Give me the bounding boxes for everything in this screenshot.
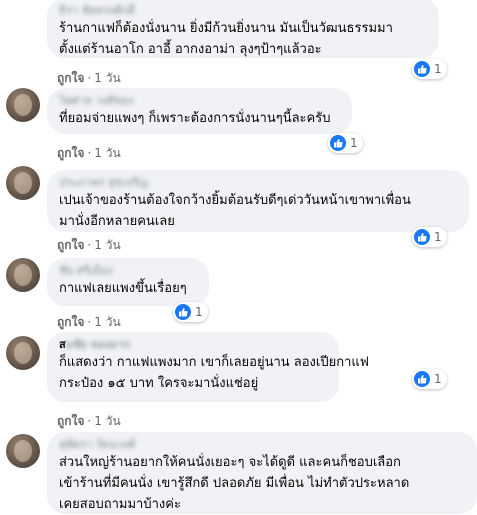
like-link[interactable]: ถูกใจ xyxy=(57,146,84,160)
reaction-number: 1 xyxy=(195,305,203,319)
comment-timestamp[interactable]: 1 วัน xyxy=(94,146,120,160)
like-link[interactable]: ถูกใจ xyxy=(57,71,84,85)
thumbs-up-icon xyxy=(175,304,191,320)
comment-author[interactable]: สุพัตรา รัตนวงศ์ xyxy=(59,438,465,452)
comment-timestamp[interactable]: 1 วัน xyxy=(94,414,120,428)
avatar[interactable] xyxy=(6,336,40,370)
like-link[interactable]: ถูกใจ xyxy=(57,414,84,428)
avatar[interactable] xyxy=(6,166,40,200)
avatar[interactable] xyxy=(6,434,40,468)
avatar[interactable] xyxy=(6,88,40,122)
comment-author-initial[interactable]: ส xyxy=(59,338,66,352)
comment-actions: ถูกใจ · 1 วัน xyxy=(57,238,121,252)
reaction-number: 1 xyxy=(350,136,358,150)
comment-text-line: กระป๋อง ๑๕ บาท ใครจะมานั่งแช่อยู่ xyxy=(59,376,259,391)
comment-author[interactable]: ธีรา ชัยทรงศักดิ์ xyxy=(59,4,427,18)
comment-actions: ถูกใจ · 1 วัน xyxy=(57,414,121,428)
comment-timestamp[interactable]: 1 วัน xyxy=(94,238,120,252)
reaction-count[interactable]: 1 xyxy=(173,302,208,322)
comment-text-line: ก็แสดงว่า กาแฟแพงมาก เขาก็เลยอยู่นาน ลอง… xyxy=(59,355,369,370)
comment-author[interactable]: ชัย ศรีเมือง xyxy=(59,264,197,278)
comment-bubble: ไพศาล วงศ์ทอง ที่ยอมจ่ายแพงๆ ก็เพราะต้อง… xyxy=(47,88,352,134)
reaction-count[interactable]: 1 xyxy=(328,133,363,153)
comment-author[interactable]: มชัย ทองมาก xyxy=(66,338,130,352)
comment-bubble: ธีรา ชัยทรงศักดิ์ ร้านกาแฟก็ต้องนั่งนาน … xyxy=(47,0,439,58)
thumbs-up-icon xyxy=(414,371,430,387)
comment-timestamp[interactable]: 1 วัน xyxy=(94,315,120,329)
comment-text-line: เปนเจ้าของร้านต้องใจกว้างยิ้มต้อนรับดีๆเ… xyxy=(59,193,411,208)
comment-actions: ถูกใจ · 1 วัน xyxy=(57,71,121,85)
comment-text-line: กาแฟเลยแพงขึ้นเรื่อยๆ xyxy=(59,281,187,296)
comment-text-line: เข้าร้านที่มีคนนั่ง เขารู้สึกดี ปลอดภัย … xyxy=(59,476,410,491)
reaction-count[interactable]: 1 xyxy=(412,227,447,247)
comment-text-line: ตั้งแต่ร้านอาโก อาอี้ อากงอาม่า ลุงๆป้าๆ… xyxy=(59,42,322,57)
comment-actions: ถูกใจ · 1 วัน xyxy=(57,315,121,329)
comment-bubble: ประภาพร สุขเจริญ เปนเจ้าของร้านต้องใจกว้… xyxy=(47,170,469,232)
avatar[interactable] xyxy=(6,258,40,292)
comment-text-line: ร้านกาแฟก็ต้องนั่งนาน ยิ่งมีก้วนยิ่งนาน … xyxy=(59,21,393,36)
comment-text-line: มานั่งอีกหลายคนเลย xyxy=(59,214,175,229)
like-link[interactable]: ถูกใจ xyxy=(57,238,84,252)
comment-text-line: เคยสอบถามมาบ้างค่ะ xyxy=(59,497,181,512)
reaction-number: 1 xyxy=(434,372,442,386)
comment-author[interactable]: ไพศาล วงศ์ทอง xyxy=(59,94,340,108)
comment-text-line: ส่วนใหญ่ร้านอยากให้คนนั่งเยอะๆ จะได้ดูดี… xyxy=(59,455,401,470)
thumbs-up-icon xyxy=(414,61,430,77)
reaction-count[interactable]: 1 xyxy=(412,59,447,79)
comment-bubble: สุพัตรา รัตนวงศ์ ส่วนใหญ่ร้านอยากให้คนนั… xyxy=(47,432,477,514)
thumbs-up-icon xyxy=(330,135,346,151)
comment-timestamp[interactable]: 1 วัน xyxy=(94,71,120,85)
comment-bubble: ชัย ศรีเมือง กาแฟเลยแพงขึ้นเรื่อยๆ xyxy=(47,258,209,306)
comment-actions: ถูกใจ · 1 วัน xyxy=(57,146,121,160)
comment-bubble: สมชัย ทองมาก ก็แสดงว่า กาแฟแพงมาก เขาก็เ… xyxy=(47,332,369,402)
comment-author[interactable]: ประภาพร สุขเจริญ xyxy=(59,176,457,190)
reaction-number: 1 xyxy=(434,62,442,76)
comment-text-line: ที่ยอมจ่ายแพงๆ ก็เพราะต้องการนั่งนานๆนี้… xyxy=(59,111,331,126)
reaction-number: 1 xyxy=(434,230,442,244)
thumbs-up-icon xyxy=(414,229,430,245)
reaction-count[interactable]: 1 xyxy=(412,369,447,389)
like-link[interactable]: ถูกใจ xyxy=(57,315,84,329)
